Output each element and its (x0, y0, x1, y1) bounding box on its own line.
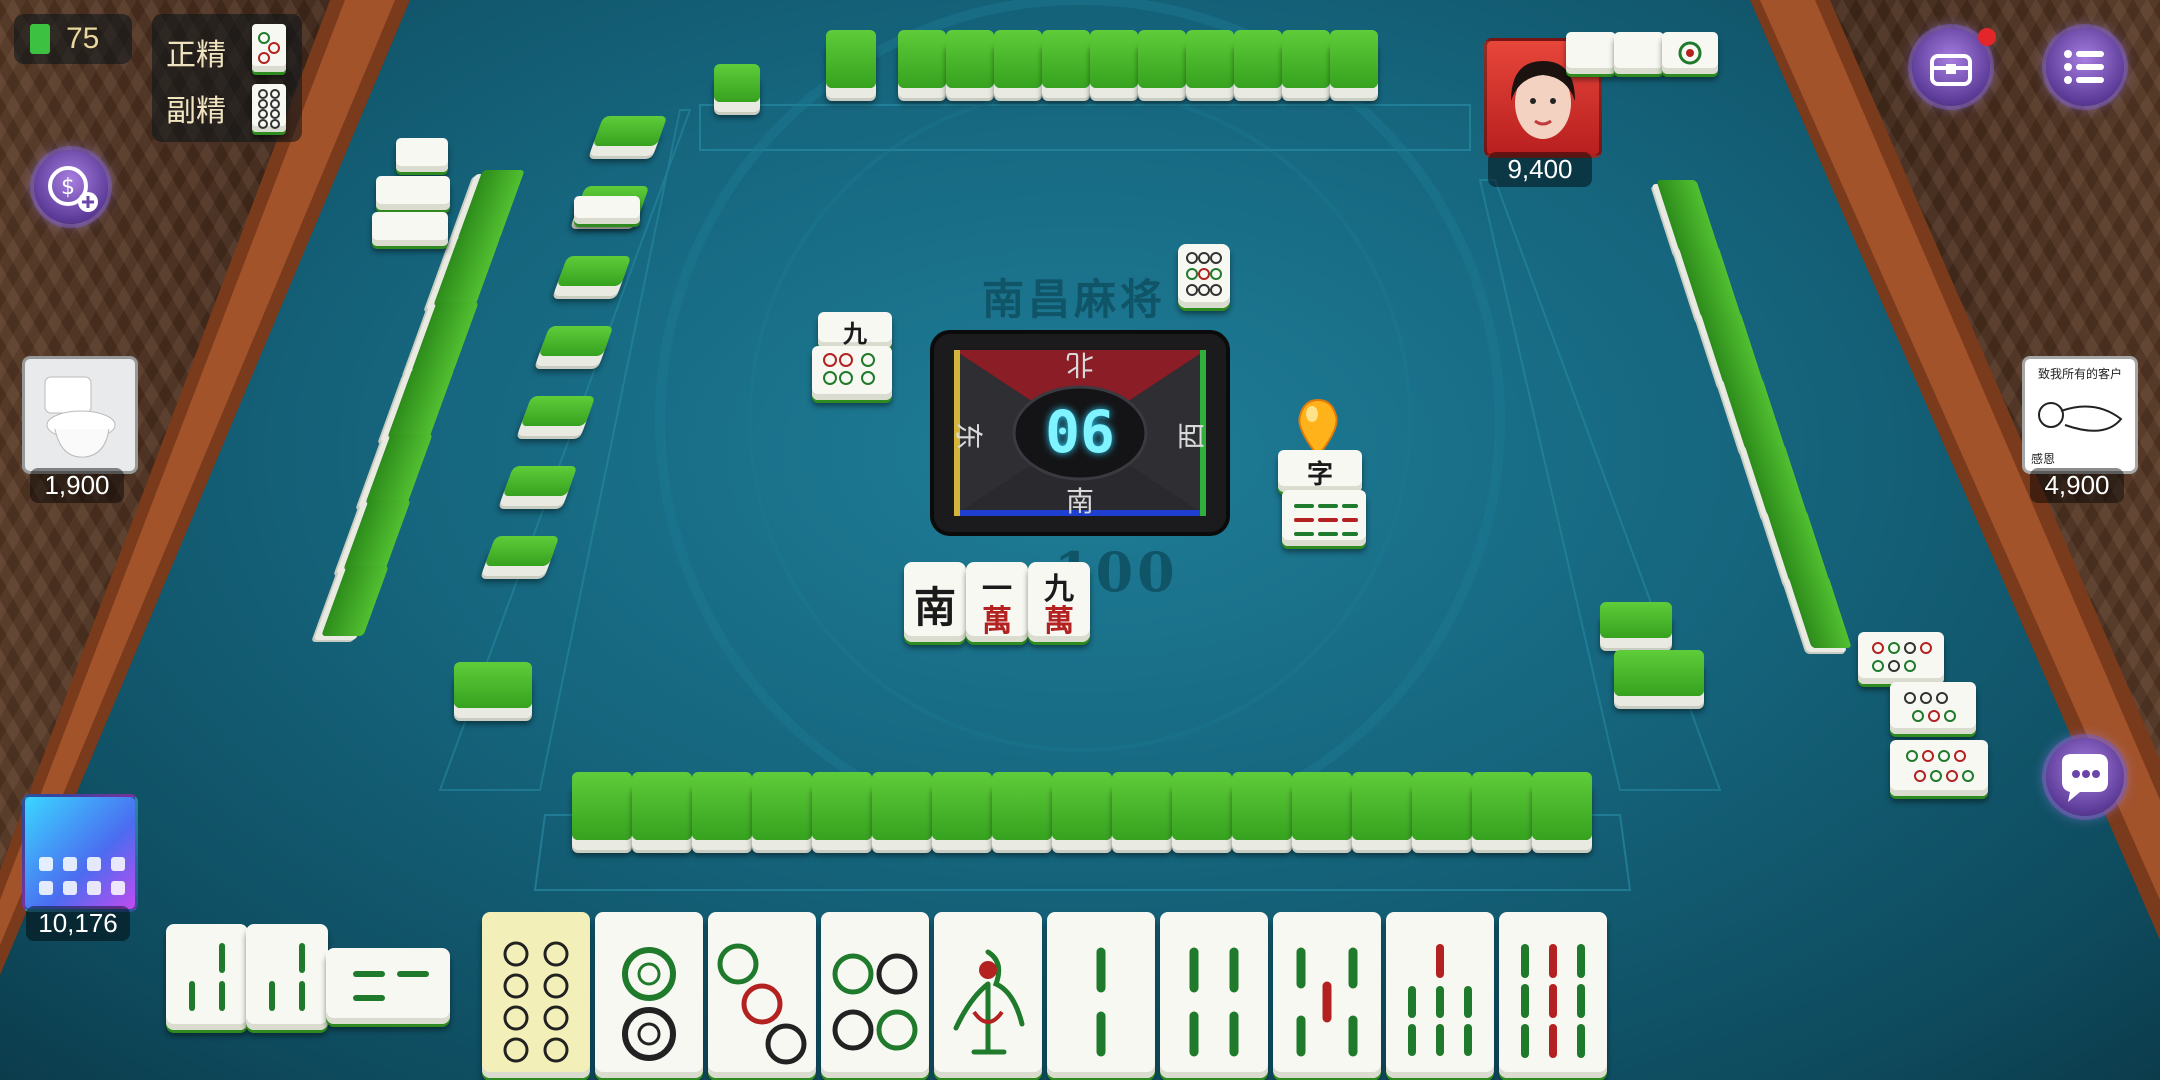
discard-2-sub: 萬 (982, 604, 1012, 639)
game-table-scene: 75 正精 副精 $ 9,400 1,900 致我所有的客户 感恩 4,900 … (0, 0, 2160, 1080)
vice-jing-label: 副精 (166, 95, 226, 128)
treasure-button[interactable] (1912, 28, 1996, 106)
phone-screen-picture (39, 857, 125, 895)
hand-tile-3[interactable] (708, 912, 816, 1078)
game-title: 南昌麻将 (982, 275, 1167, 324)
self-score: 10,176 (26, 906, 130, 941)
discard-top (1178, 244, 1230, 308)
discard-right-top-glyph: 字 (1306, 460, 1333, 490)
discard-1-char: 南 (913, 583, 956, 632)
hand-tile-10[interactable] (1499, 912, 1607, 1078)
left-player-score: 1,900 (30, 468, 124, 503)
four-bamboo-tile-face (1189, 947, 1239, 1057)
notification-dot (1978, 28, 1996, 46)
svg-text:$: $ (61, 175, 75, 200)
one-bamboo-bird-tile-face (953, 949, 1025, 1055)
right-player-score: 4,900 (2030, 468, 2124, 503)
hand-tile-8[interactable] (1273, 912, 1381, 1078)
vice-jing-tile (252, 84, 286, 132)
two-bamboo-tile-face (1096, 947, 1106, 1057)
turn-timer: 06 (1045, 398, 1115, 466)
hand-tile-5[interactable] (934, 912, 1042, 1078)
three-circles-tile-face (717, 943, 807, 1065)
toilet-picture (44, 376, 116, 458)
discard-3-sub: 萬 (1044, 604, 1074, 639)
compass-north: 北 (1066, 348, 1095, 381)
chat-button[interactable] (2046, 738, 2124, 816)
hand-tile-6[interactable] (1047, 912, 1155, 1078)
five-bamboo-tile-face (1296, 947, 1358, 1057)
two-circles-tile-face (622, 947, 676, 1061)
turn-marker-icon (1298, 398, 1338, 458)
compass-east: 东 (952, 421, 986, 451)
battery-icon (30, 24, 50, 54)
main-jing-tile (252, 24, 286, 72)
hand-tile-4[interactable] (821, 912, 929, 1078)
hand-tile-2[interactable] (595, 912, 703, 1078)
hand-tile-7[interactable] (1160, 912, 1268, 1078)
discard-left-top-number: 九 (843, 319, 867, 348)
four-circles-tile-face (832, 953, 918, 1051)
top-player-score: 9,400 (1488, 152, 1592, 187)
battery-indicator: 75 (14, 14, 132, 64)
avatar-caption-bottom: 感恩 (2031, 452, 2056, 466)
avatar-caption-top: 致我所有的客户 (2037, 367, 2122, 381)
coin-add-button[interactable]: $ (34, 150, 108, 224)
menu-button[interactable] (2046, 28, 2124, 106)
chat-icon (2062, 754, 2108, 802)
jing-panel: 正精 副精 (152, 14, 302, 142)
wind-compass: 北 南 东 西 06 (930, 330, 1230, 536)
left-player-avatar[interactable] (22, 356, 138, 474)
compass-west: 西 (1175, 421, 1209, 451)
main-jing-label: 正精 (166, 39, 226, 72)
hand-tile-1[interactable] (482, 912, 590, 1078)
compass-south: 南 (1066, 485, 1095, 518)
eight-circles-tile-face (503, 941, 569, 1063)
battery-value: 75 (66, 22, 100, 55)
menu-icon (2064, 50, 2104, 84)
right-player-avatar[interactable]: 致我所有的客户 感恩 (2022, 356, 2138, 474)
nine-bamboo-tile-face (1521, 944, 1585, 1058)
coin-add-icon: $ (48, 166, 98, 212)
seven-bamboo-tile-face (1408, 944, 1472, 1056)
self-avatar[interactable] (22, 794, 138, 912)
hand-tile-9[interactable] (1386, 912, 1494, 1078)
